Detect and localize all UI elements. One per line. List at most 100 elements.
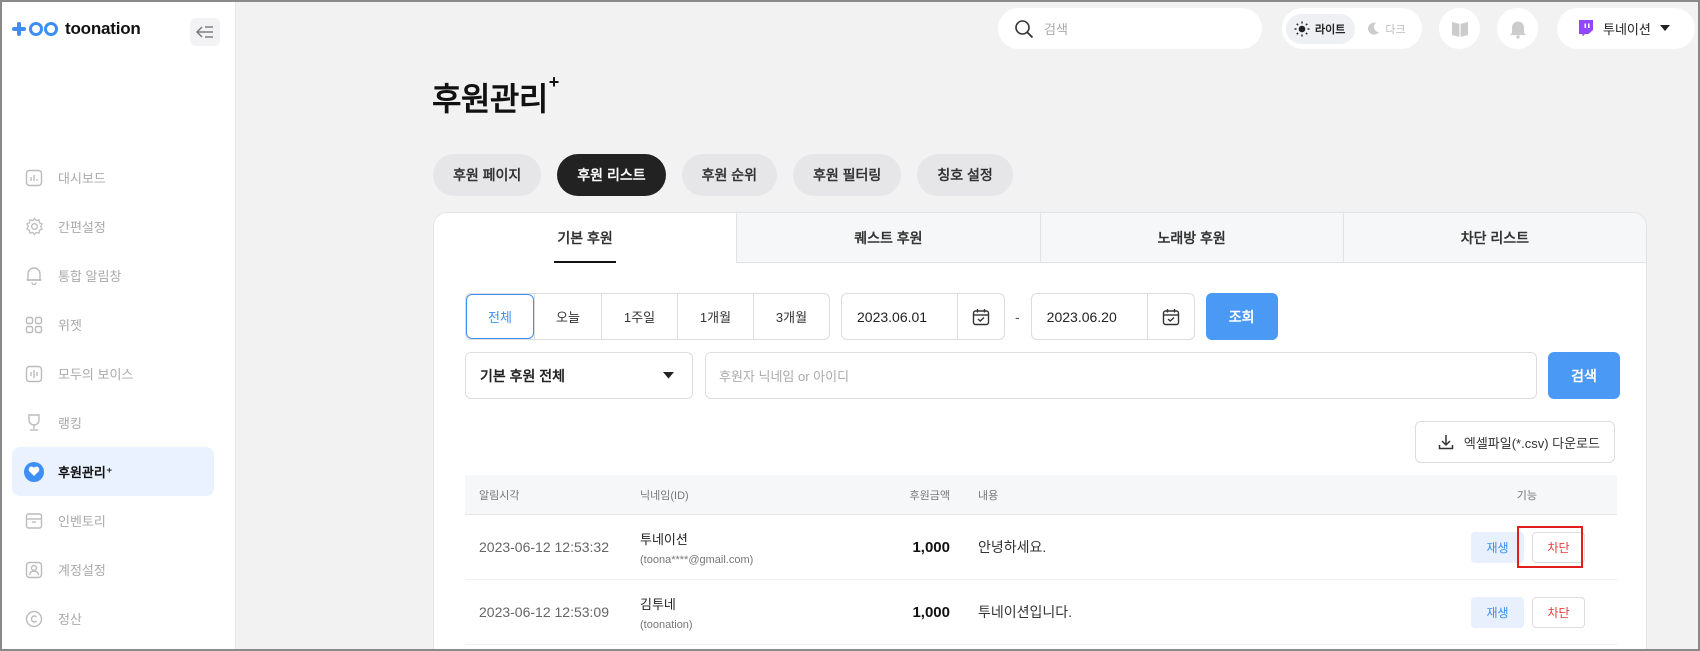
logo-text: toonation	[65, 19, 141, 38]
sidebar-item-donation-manage[interactable]: 후원관리⁺	[12, 447, 214, 496]
collapse-arrow-icon	[196, 26, 213, 38]
tab-title-settings[interactable]: 칭호 설정	[917, 154, 1013, 196]
col-time-header: 알림시각	[479, 489, 520, 502]
sidebar-item-voice[interactable]: 모두의 보이스	[12, 349, 214, 398]
sidebar-item-account[interactable]: 계정설정	[12, 545, 214, 594]
download-icon	[1438, 435, 1454, 450]
excel-download-label: 엑셀파일(*.csv) 다운로드	[1463, 435, 1600, 451]
col-amount-header: 후원금액	[909, 489, 950, 502]
grid-icon	[24, 315, 44, 335]
page-title: 후원관리+	[432, 72, 560, 120]
sidebar-item-widget[interactable]: 위젯	[12, 300, 214, 349]
sidebar-item-ranking[interactable]: 랭킹	[12, 398, 214, 447]
sidebar-item-label: 간편설정	[58, 220, 106, 235]
row-amount: 1,000	[912, 603, 950, 621]
page-title-text: 후원관리	[432, 81, 548, 117]
period-today-button[interactable]: 오늘	[534, 294, 601, 339]
sidebar-item-label: 정산	[58, 612, 82, 627]
search-button[interactable]: 검색	[1548, 352, 1620, 399]
donation-type-select[interactable]: 기본 후원 전체	[465, 352, 693, 399]
notification-button[interactable]	[1497, 8, 1538, 49]
sidebar-item-dashboard[interactable]: 대시보드	[12, 153, 214, 202]
highlight-box	[1517, 526, 1583, 568]
sidebar-item-label: 계정설정	[58, 563, 106, 578]
donor-search-placeholder: 후원자 닉네임 or 아이디	[719, 369, 850, 384]
sidebar-item-quick-settings[interactable]: 간편설정	[12, 202, 214, 251]
table-row: 2023-06-12 12:53:32 투네이션 (toona****@gmai…	[465, 515, 1617, 580]
logo[interactable]: toonation	[12, 19, 141, 39]
tab-donation-ranking[interactable]: 후원 순위	[681, 154, 778, 196]
date-from-field[interactable]: 2023.06.01	[841, 293, 1005, 340]
global-search[interactable]: 검색	[998, 8, 1262, 49]
block-button[interactable]: 차단	[1532, 596, 1585, 628]
date-from-value: 2023.06.01	[857, 308, 928, 325]
app-window: toonation 대시보드 간편설정 통합 알림창 위젯 모두의 보이스 랭킹…	[0, 0, 1700, 651]
row-nickname: 투네이션	[640, 531, 688, 547]
trophy-icon	[24, 413, 44, 433]
theme-dark-button[interactable]: 다크	[1367, 21, 1406, 37]
play-button[interactable]: 재생	[1471, 596, 1524, 628]
heart-icon-wrap	[24, 461, 44, 482]
sidebar-item-alerts[interactable]: 통합 알림창	[12, 251, 214, 300]
col-nick-header: 닉네임(ID)	[640, 489, 689, 502]
copyright-icon	[24, 609, 44, 629]
date-to-value: 2023.06.20	[1046, 308, 1117, 325]
date-separator: -	[1015, 308, 1020, 325]
subtab-label: 노래방 후원	[1157, 229, 1226, 246]
subtab-label: 차단 리스트	[1460, 229, 1530, 246]
guide-book-button[interactable]	[1439, 8, 1480, 49]
calendar-icon[interactable]	[957, 294, 1004, 339]
donor-search-input[interactable]: 후원자 닉네임 or 아이디	[705, 352, 1537, 399]
subtab-label: 기본 후원	[557, 230, 613, 246]
page-title-sup: +	[548, 72, 560, 92]
table-row: 2023-06-12 12:53:09 김투네 (toonation) 1,00…	[465, 580, 1617, 645]
date-to-field[interactable]: 2023.06.20	[1030, 293, 1195, 340]
sidebar-item-label: 인벤토리	[58, 514, 106, 529]
period-week-button[interactable]: 1주일	[601, 294, 677, 339]
search-icon	[1015, 19, 1034, 38]
subtab-block-list[interactable]: 차단 리스트	[1342, 213, 1646, 263]
excel-download-button[interactable]: 엑셀파일(*.csv) 다운로드	[1414, 421, 1615, 463]
row-user-id: (toona****@gmail.com)	[640, 553, 754, 566]
sidebar-item-settlement[interactable]: 정산	[12, 594, 214, 643]
row-amount: 1,000	[912, 538, 950, 556]
period-segmented: 전체 오늘 1주일 1개월 3개월	[465, 293, 830, 340]
period-all-button[interactable]: 전체	[466, 294, 534, 339]
chart-icon	[24, 168, 44, 188]
book-icon	[1451, 21, 1468, 37]
tab-donation-list[interactable]: 후원 리스트	[557, 154, 666, 196]
inventory-icon	[24, 511, 44, 531]
sidebar-item-label: 통합 알림창	[58, 269, 122, 284]
user-menu[interactable]: 투네이션	[1557, 8, 1695, 49]
col-message-header: 내용	[978, 489, 999, 502]
logo-mark-icon	[12, 22, 58, 36]
period-3month-button[interactable]: 3개월	[753, 294, 829, 339]
tab-donation-filtering[interactable]: 후원 필터링	[793, 154, 902, 196]
query-button[interactable]: 조회	[1205, 293, 1278, 340]
row-time: 2023-06-12 12:53:32	[479, 539, 609, 555]
calendar-icon[interactable]	[1146, 294, 1194, 339]
donation-list-card: 기본 후원 퀘스트 후원 노래방 후원 차단 리스트 전체 오늘 1주일 1개월…	[433, 212, 1647, 649]
subtab-quest-donation[interactable]: 퀘스트 후원	[736, 213, 1040, 263]
sidebar-item-label: 모두의 보이스	[58, 367, 134, 382]
active-underline	[554, 261, 617, 263]
row-message: 투네이션입니다.	[978, 604, 1073, 620]
sidebar-collapse-button[interactable]	[190, 18, 220, 46]
subtab-label: 퀘스트 후원	[854, 229, 923, 246]
period-month-button[interactable]: 1개월	[677, 294, 753, 339]
subtab-karaoke-donation[interactable]: 노래방 후원	[1039, 213, 1343, 263]
subtab-basic-donation[interactable]: 기본 후원	[434, 213, 737, 263]
theme-light-button[interactable]: 라이트	[1286, 13, 1356, 44]
sidebar-nav: 대시보드 간편설정 통합 알림창 위젯 모두의 보이스 랭킹 후원관리⁺ 인벤토…	[12, 153, 214, 643]
sidebar-item-inventory[interactable]: 인벤토리	[12, 496, 214, 545]
row-message: 안녕하세요.	[978, 539, 1047, 555]
donation-table: 알림시각 닉네임(ID) 후원금액 내용 기능 2023-06-12 12:53…	[465, 475, 1617, 645]
tab-donation-page[interactable]: 후원 페이지	[433, 154, 542, 196]
gear-icon	[24, 217, 44, 237]
col-function-header: 기능	[1516, 489, 1537, 502]
row-user-id: (toonation)	[640, 618, 693, 631]
sidebar-item-label: 랭킹	[58, 416, 82, 431]
sidebar-item-label: 위젯	[58, 318, 82, 333]
heart-icon	[24, 461, 44, 482]
theme-dark-label: 다크	[1385, 23, 1406, 36]
